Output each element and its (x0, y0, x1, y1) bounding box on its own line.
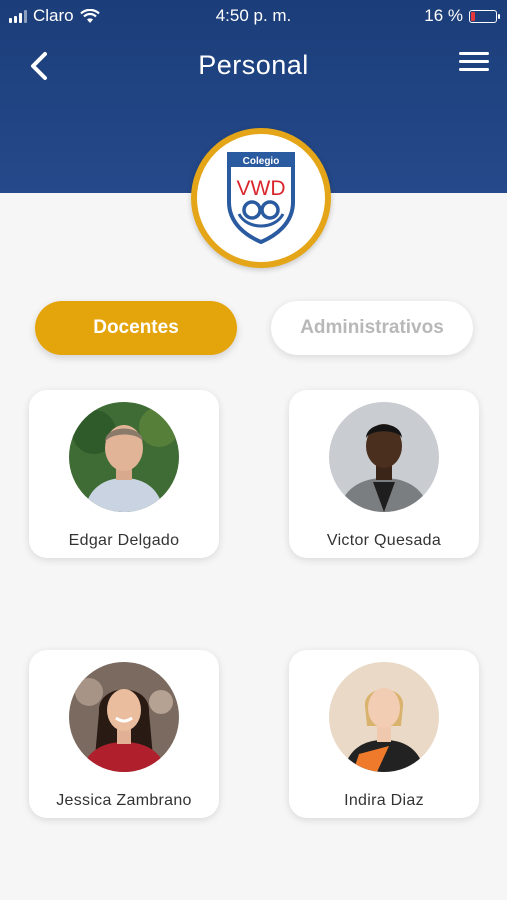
avatar (69, 662, 179, 772)
logo-top-text: Colegio (243, 156, 280, 167)
battery-percent: 16 % (424, 6, 463, 25)
staff-name: Edgar Delgado (68, 532, 180, 549)
staff-card-indira-diaz[interactable]: Indira Diaz (289, 650, 479, 818)
tab-docentes[interactable]: Docentes (35, 301, 237, 355)
hamburger-menu-icon[interactable] (459, 52, 489, 78)
shield-icon: Colegio VWD (227, 152, 295, 244)
school-logo: Colegio VWD (191, 128, 331, 268)
status-bar: Claro 4:50 p. m. 16 % (0, 0, 507, 32)
battery-icon (469, 9, 500, 23)
staff-card-victor-quesada[interactable]: Victor Quesada (289, 390, 479, 558)
staff-name: Indira Diaz (344, 792, 424, 809)
page-title: Personal (198, 50, 309, 80)
avatar (329, 402, 439, 512)
avatar (329, 662, 439, 772)
logo-main-text: VWD (237, 177, 286, 200)
tab-administrativos[interactable]: Administrativos (271, 301, 473, 355)
staff-card-jessica-zambrano[interactable]: Jessica Zambrano (29, 650, 219, 818)
staff-card-edgar-delgado[interactable]: Edgar Delgado (29, 390, 219, 558)
staff-name: Jessica Zambrano (56, 792, 192, 809)
staff-name: Victor Quesada (326, 532, 442, 549)
avatar (69, 402, 179, 512)
